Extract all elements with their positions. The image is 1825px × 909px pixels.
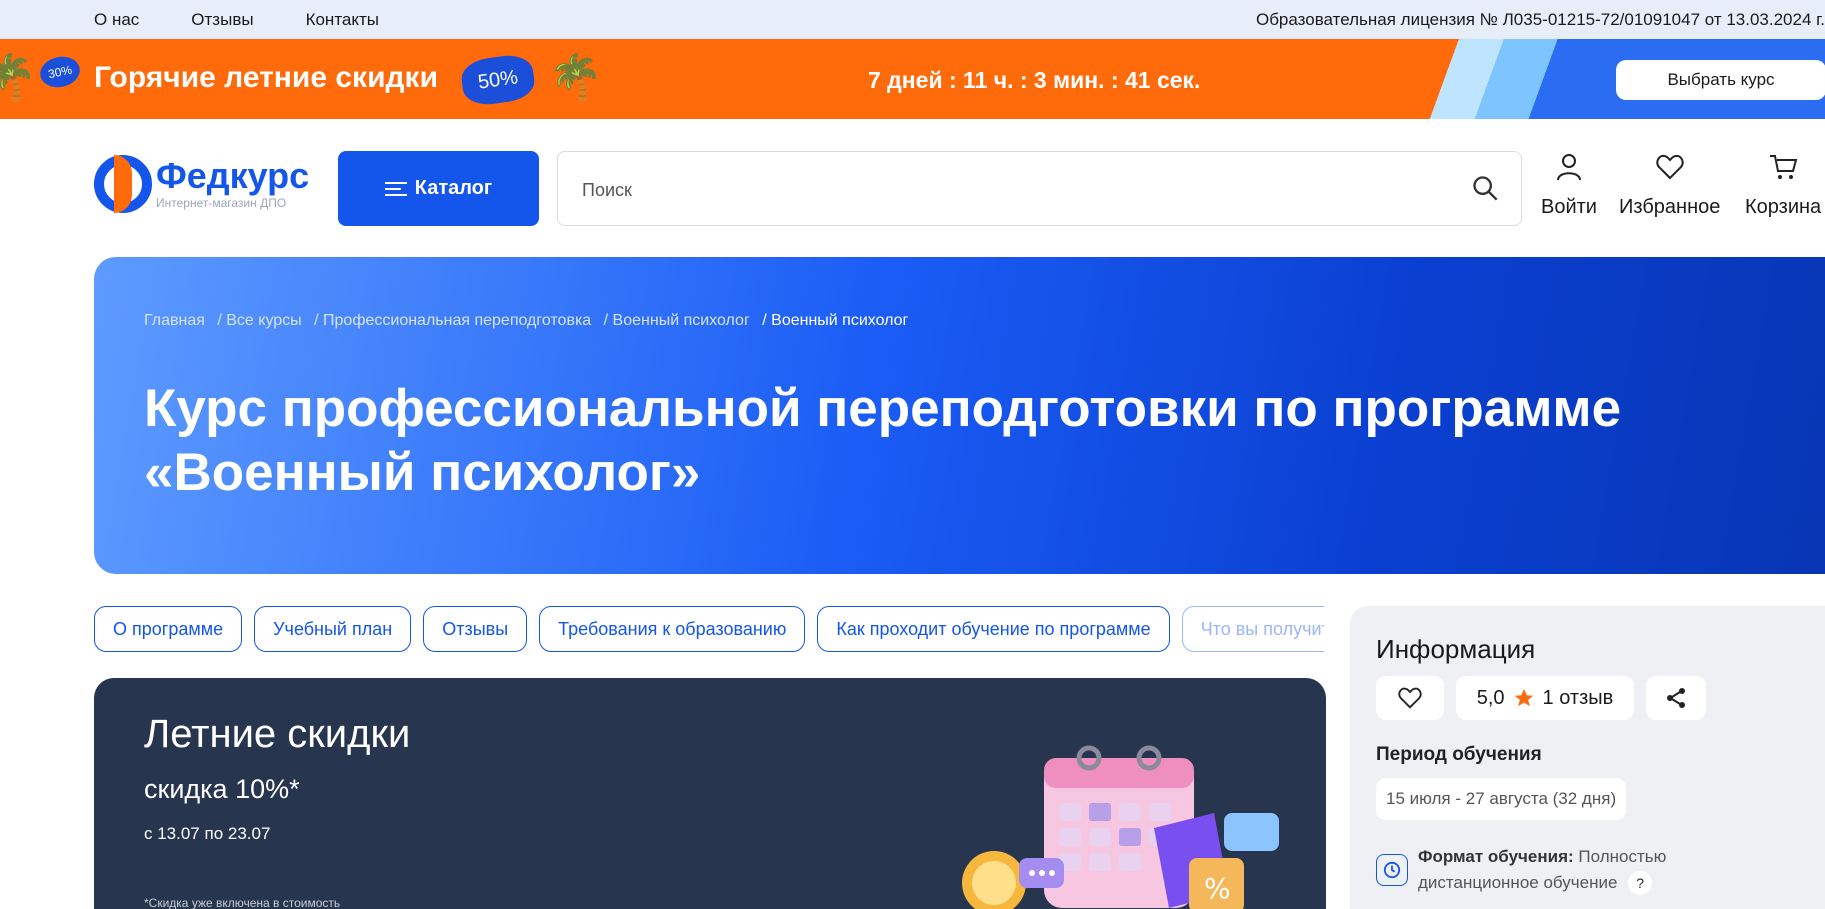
cart-button[interactable]: Корзина: [1745, 150, 1821, 219]
promo-banner[interactable]: 30% Горячие летние скидки 50% 🌴 🌴 7 дней…: [0, 39, 1825, 119]
rating-reviews-button[interactable]: 5,0 1 отзыв: [1456, 676, 1634, 720]
format-text: Формат обучения: Полностью дистанционное…: [1418, 844, 1718, 896]
cart-icon: [1770, 155, 1798, 179]
tab-reviews[interactable]: Отзывы: [423, 606, 528, 652]
calendar-illustration: %: [962, 745, 1279, 909]
format-label: Формат обучения:: [1418, 847, 1574, 866]
favorites-label: Избранное: [1619, 196, 1721, 218]
logo-mark-icon: [94, 155, 152, 213]
tab-how-learning-works[interactable]: Как проходит обучение по программе: [817, 606, 1170, 652]
section-tabs: О программе Учебный план Отзывы Требован…: [94, 606, 1324, 652]
share-button[interactable]: [1646, 676, 1706, 720]
logo-brand-part: Фед: [156, 155, 230, 196]
license-text: Образовательная лицензия № Л035-01215-72…: [1255, 10, 1825, 29]
catalog-button[interactable]: Каталог: [338, 151, 539, 226]
tab-curriculum[interactable]: Учебный план: [254, 606, 412, 652]
choose-course-button[interactable]: Выбрать курс: [1616, 60, 1825, 100]
promo-badge-small: 30%: [37, 53, 83, 91]
top-nav: О нас Отзывы Контакты: [94, 10, 431, 30]
add-to-favorites-button[interactable]: [1376, 676, 1444, 720]
nav-contacts-link[interactable]: Контакты: [306, 10, 379, 30]
site-logo[interactable]: Федкурс Интернет-магазин ДПО: [94, 155, 309, 213]
tab-about-program[interactable]: О программе: [94, 606, 243, 652]
menu-icon: [384, 178, 407, 200]
palm-tree-icon: 🌴: [0, 53, 37, 102]
hero-section: Главная / Все курсы / Профессиональная п…: [94, 257, 1825, 574]
period-value: 15 июля - 27 августа (32 дня): [1376, 778, 1627, 820]
breadcrumb-all-courses[interactable]: / Все курсы: [217, 312, 301, 329]
nav-reviews-link[interactable]: Отзывы: [191, 10, 253, 30]
nav-about-link[interactable]: О нас: [94, 10, 139, 30]
promo-countdown: 7 дней : 11 ч. : 3 мин. : 41 сек.: [868, 67, 1201, 93]
tab-education-requirements[interactable]: Требования к образованию: [539, 606, 806, 652]
info-heading: Информация: [1376, 634, 1536, 664]
share-icon: [1667, 688, 1685, 708]
star-icon: [1514, 688, 1533, 707]
search-icon[interactable]: [1471, 174, 1499, 202]
summer-dates: с 13.07 по 23.07: [144, 824, 271, 843]
user-icon: [1556, 154, 1581, 181]
help-icon[interactable]: ?: [1628, 871, 1653, 895]
logo-subtitle: Интернет-магазин ДПО: [156, 196, 287, 210]
reviews-count: 1 отзыв: [1542, 686, 1614, 709]
breadcrumb: Главная / Все курсы / Профессиональная п…: [144, 312, 916, 330]
page-title: Курс профессиональной переподготовки по …: [144, 379, 1622, 502]
login-button[interactable]: Войти: [1541, 150, 1597, 219]
logo-brand-part: курс: [229, 155, 310, 196]
breadcrumb-current: / Военный психолог: [762, 312, 909, 329]
login-label: Войти: [1541, 196, 1597, 218]
clock-icon: [1376, 854, 1408, 886]
promo-badge-big: 50%: [459, 52, 537, 108]
info-panel: Информация 5,0 1 отзыв Период обучения 1…: [1350, 606, 1825, 909]
heart-icon: [1656, 154, 1684, 180]
favorites-button[interactable]: Избранное: [1619, 150, 1720, 219]
rating-value: 5,0: [1476, 686, 1505, 709]
summer-note: *Скидка уже включена в стоимость: [144, 896, 341, 909]
palm-tree-icon: 🌴: [548, 53, 603, 102]
breadcrumb-home[interactable]: Главная: [144, 312, 205, 329]
catalog-label: Каталог: [414, 177, 493, 199]
promo-title: Горячие летние скидки: [94, 61, 439, 94]
breadcrumb-military-psychologist[interactable]: / Военный психолог: [604, 312, 750, 329]
breadcrumb-retraining[interactable]: / Профессиональная переподготовка: [314, 312, 591, 329]
tab-what-you-get[interactable]: Что вы получите: [1181, 606, 1324, 652]
svg-text:%: %: [1204, 872, 1231, 905]
heart-icon: [1398, 687, 1422, 709]
period-label: Период обучения: [1376, 744, 1542, 765]
search-input[interactable]: [582, 176, 1462, 204]
summer-discount-card: Летние скидки скидка 10%* с 13.07 по 23.…: [94, 678, 1326, 909]
summer-heading: Летние скидки: [144, 712, 411, 756]
cart-label: Корзина: [1745, 196, 1822, 218]
search-box[interactable]: [557, 151, 1522, 226]
summer-discount: скидка 10%*: [144, 774, 300, 804]
top-utility-bar: О нас Отзывы Контакты Образовательная ли…: [0, 0, 1825, 39]
